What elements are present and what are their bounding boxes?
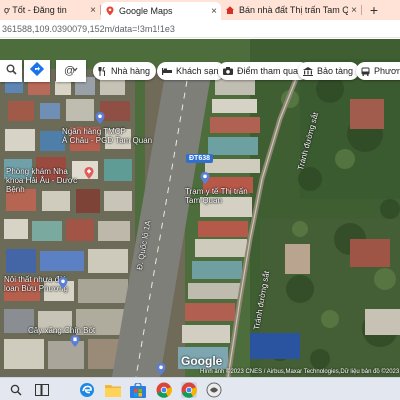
new-tab-button[interactable]: + [362,0,386,20]
chrome-icon[interactable] [156,382,172,398]
camera-icon [223,67,233,75]
location-pin-icon[interactable] [156,363,166,375]
menu-button[interactable]: @ [56,60,86,82]
file-explorer-icon[interactable] [105,382,121,398]
task-view-icon[interactable] [34,382,50,398]
taskbar [0,377,400,400]
search-icon[interactable] [8,382,24,398]
poi-label-bank-2[interactable]: Á Châu - PGD Tam Quan [62,136,152,145]
bed-icon [162,67,172,75]
hospital-pin-icon[interactable] [84,167,94,179]
chip-label: Điểm tham quan [237,66,304,76]
health-pin-icon[interactable] [200,172,210,184]
edge-icon[interactable] [79,382,95,398]
store-pin-icon[interactable] [58,277,68,289]
tab-cho-tot[interactable]: ợ Tốt - Đăng tin × [0,0,100,20]
tab-google-maps[interactable]: Google Maps × [101,2,221,20]
chip-attractions[interactable]: Điểm tham quan [218,62,310,80]
google-maps-icon [105,6,115,16]
close-icon[interactable]: × [351,5,357,16]
poi-label-bank[interactable]: Ngân hàng TMCP [62,127,126,136]
map-attribution[interactable]: Hình ảnh ©2023 CNES / Airbus,Maxar Techn… [200,369,399,377]
road-badge-dt638[interactable]: ĐT638 [186,154,214,163]
poi-label-furniture[interactable]: Nội thất nhựa đài [4,275,65,284]
poi-label-health-station[interactable]: Trạm y tế Thị trấn [185,187,248,196]
tab-ban-nha-dat[interactable]: Bán nhà đất Thị trấn Tam Quan, × [221,0,361,20]
satellite-map[interactable]: Ngân hàng TMCP Á Châu - PGD Tam Quan Phò… [0,39,400,377]
poi-label-gas-station[interactable]: Cây xăng Chín Bốt [28,326,95,335]
more-options-icon: @ [64,64,78,79]
chip-label: Phương [374,66,400,76]
close-icon[interactable]: × [90,5,96,16]
chip-transit[interactable]: Phương [356,62,400,80]
tab-title: Google Maps [119,6,173,16]
google-logo: Google [181,354,223,368]
close-icon[interactable]: × [211,6,217,17]
poi-label-clinic-3[interactable]: Bệnh [6,185,25,194]
tab-title: Bán nhà đất Thị trấn Tam Quan, [239,5,349,15]
chip-label: Khách sạn [176,66,219,76]
store-icon[interactable] [130,382,146,398]
tab-strip: ợ Tốt - Đăng tin × Google Maps × Bán nhà… [0,0,400,20]
chip-label: Nhà hàng [111,66,151,76]
poi-label-health-station-2[interactable]: Tam Quan [185,196,222,205]
chip-hotels[interactable]: Khách sạn [157,62,225,80]
poi-label-clinic[interactable]: Phòng khám Nha [6,167,68,176]
chip-label: Bảo tàng [317,66,354,76]
museum-icon [303,66,313,76]
chip-restaurants[interactable]: Nhà hàng [93,62,157,80]
fork-knife-icon [98,66,107,76]
tab-title: ợ Tốt - Đăng tin [4,5,67,15]
address-url[interactable]: 361588,109.0390079,152m/data=!3m1!1e3 [2,24,175,34]
address-bar[interactable]: 361588,109.0390079,152m/data=!3m1!1e3 [0,20,400,38]
house-icon [225,5,235,15]
directions-button[interactable] [24,60,50,82]
screen: ợ Tốt - Đăng tin × Google Maps × Bán nhà… [0,0,400,400]
search-button[interactable] [0,60,22,82]
poi-label-clinic-2[interactable]: khoa Hải Âu - Dược [6,176,77,185]
directions-icon [29,61,45,81]
app-icon[interactable] [206,382,222,398]
chip-museums[interactable]: Bảo tàng [298,62,360,80]
chrome-active-icon[interactable] [181,382,197,398]
search-icon [6,62,17,80]
bus-icon [361,67,370,76]
gas-station-pin-icon[interactable] [70,335,80,347]
bank-pin-icon[interactable] [95,112,105,124]
svg-text:@: @ [64,65,75,76]
